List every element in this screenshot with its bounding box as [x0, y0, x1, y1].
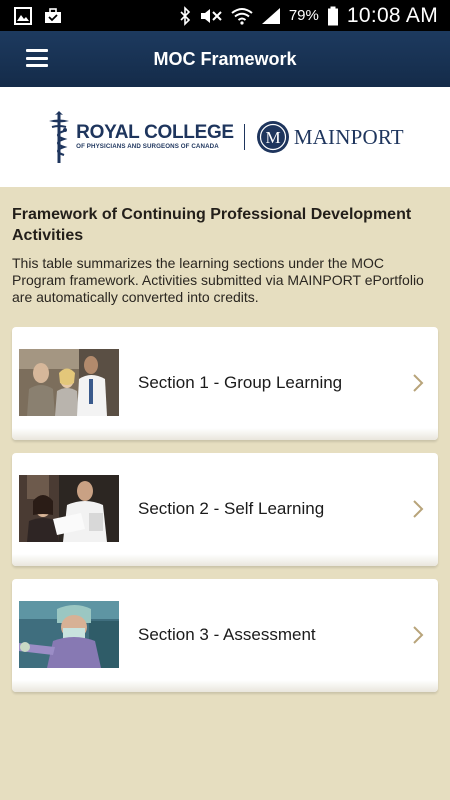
section-card-self-learning[interactable]: Section 2 - Self Learning — [12, 453, 438, 566]
section-2-label: Section 2 - Self Learning — [138, 499, 325, 518]
mainport-letter: M — [265, 128, 280, 147]
chevron-right-icon — [413, 374, 424, 392]
hamburger-menu-icon[interactable] — [26, 49, 48, 67]
chevron-right-icon — [413, 500, 424, 518]
framework-heading: Framework of Continuing Professional Dev… — [12, 206, 412, 244]
section-3-label: Section 3 - Assessment — [138, 625, 316, 644]
mainport-emblem-icon: M — [256, 121, 289, 153]
assessment-photo — [19, 601, 119, 668]
battery-icon — [327, 6, 338, 25]
section-card-group-learning[interactable]: Section 1 - Group Learning — [12, 327, 438, 440]
gallery-icon — [14, 6, 32, 25]
status-bar: 79% 10:08 AM — [0, 0, 450, 31]
section-1-label: Section 1 - Group Learning — [138, 373, 343, 392]
bluetooth-icon — [180, 5, 190, 26]
mainport-logo: M MAINPORT — [256, 120, 404, 154]
group-learning-photo — [19, 349, 119, 416]
self-learning-photo — [19, 475, 119, 542]
clock: 10:08 AM — [346, 3, 438, 27]
caduceus-icon — [49, 111, 70, 163]
briefcase-icon — [45, 7, 61, 23]
section-card-assessment[interactable]: Section 3 - Assessment — [12, 579, 438, 692]
logo-divider — [243, 124, 245, 150]
chevron-right-icon — [413, 626, 424, 644]
app-bar: MOC Framework — [0, 31, 450, 87]
signal-icon — [261, 7, 280, 24]
mute-icon — [200, 8, 222, 23]
framework-description: This table summarizes the learning secti… — [12, 255, 424, 305]
college-subtitle: OF PHYSICIANS AND SURGEONS OF CANADA — [76, 143, 219, 150]
logo-banner: ROYAL COLLEGE OF PHYSICIANS AND SURGEONS… — [0, 87, 450, 187]
page-title: MOC Framework — [153, 48, 297, 69]
battery-percentage: 79% — [288, 7, 319, 24]
mainport-name: MAINPORT — [293, 124, 404, 149]
framework-intro: Framework of Continuing Professional Dev… — [12, 187, 438, 306]
college-name: ROYAL COLLEGE — [76, 122, 234, 143]
royal-college-logo: ROYAL COLLEGE OF PHYSICIANS AND SURGEONS… — [46, 109, 234, 165]
wifi-icon — [231, 7, 253, 25]
